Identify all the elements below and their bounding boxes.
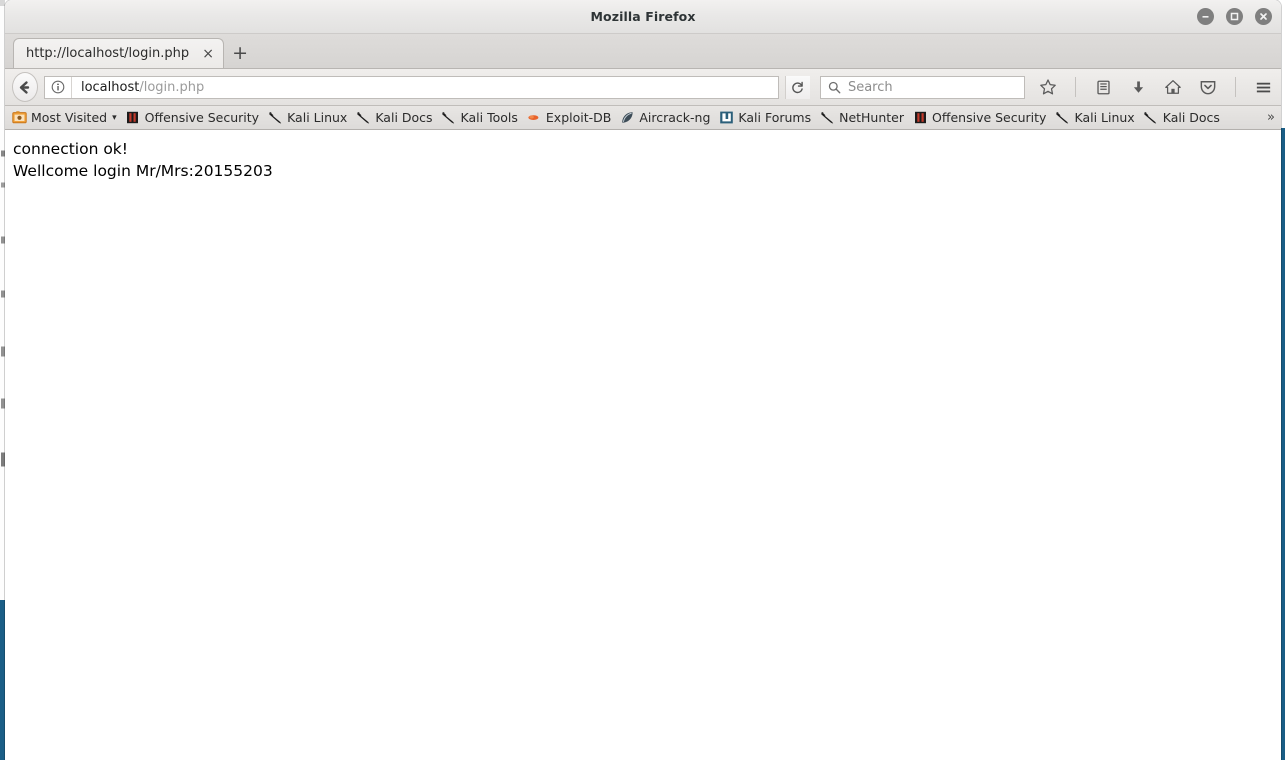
bookmark-kali-forums[interactable]: Kali Forums [716, 108, 817, 128]
pocket-button[interactable] [1197, 75, 1219, 99]
close-button[interactable] [1255, 8, 1272, 25]
url-host: localhost [80, 79, 140, 95]
bookmark-kali-linux-2[interactable]: Kali Linux [1052, 108, 1140, 128]
window-controls [1197, 0, 1272, 33]
toolbar-separator [1075, 77, 1076, 97]
bookmark-star-icon [1040, 79, 1056, 95]
search-icon [828, 81, 841, 93]
bookmarks-overflow-button[interactable]: » [1267, 110, 1275, 125]
background-right-blue-strip [1281, 128, 1285, 760]
page-line-connection-status: connection ok! [13, 140, 129, 158]
bookmark-label: Kali Linux [287, 110, 348, 125]
bookmark-label: Offensive Security [932, 110, 1047, 125]
chevron-down-icon[interactable]: ▾ [112, 113, 117, 123]
close-icon [1260, 13, 1267, 20]
bookmark-kali-docs-1[interactable]: Kali Docs [353, 108, 438, 128]
title-bar: Mozilla Firefox [5, 0, 1281, 34]
offensive-security-icon [125, 110, 141, 126]
bookmark-exploit-db[interactable]: Exploit-DB [524, 108, 617, 128]
toolbar-separator-2 [1235, 77, 1236, 97]
info-icon [51, 80, 65, 94]
minimize-icon [1202, 16, 1209, 18]
menu-button[interactable] [1252, 75, 1274, 99]
reload-button[interactable] [784, 75, 810, 99]
downloads-icon [1133, 80, 1143, 93]
bookmark-most-visited[interactable]: Most Visited ▾ [9, 108, 123, 128]
exploit-db-icon [526, 110, 542, 126]
library-button[interactable] [1092, 75, 1114, 99]
downloads-button[interactable] [1127, 75, 1149, 99]
kali-dragon-icon [355, 110, 371, 126]
toolbar-icon-group [1037, 75, 1274, 99]
aircrack-ng-icon [619, 110, 635, 126]
bookmark-label: Exploit-DB [545, 110, 612, 125]
bookmark-label: Kali Forums [738, 110, 812, 125]
bookmark-label: Kali Linux [1074, 110, 1135, 125]
bookmark-nethunter[interactable]: NetHunter [817, 108, 910, 128]
url-bar[interactable]: localhost/login.php [43, 75, 779, 99]
window-title: Mozilla Firefox [590, 9, 696, 24]
bookmark-aircrack-ng[interactable]: Aircrack-ng [617, 108, 716, 128]
bookmark-kali-docs-2[interactable]: Kali Docs [1141, 108, 1226, 128]
bookmark-label: Aircrack-ng [639, 110, 711, 125]
bookmark-offensive-security-1[interactable]: Offensive Security [123, 108, 265, 128]
offensive-security-icon [912, 110, 928, 126]
tab-login-php[interactable]: http://localhost/login.php × [13, 38, 225, 68]
reload-icon [792, 81, 804, 93]
new-tab-button[interactable]: + [224, 38, 256, 68]
bookmark-label: Offensive Security [144, 110, 260, 125]
bookmark-label: Kali Docs [1162, 110, 1220, 125]
bookmark-label: Most Visited [31, 110, 108, 125]
tab-label: http://localhost/login.php [26, 46, 190, 61]
menu-hamburger-icon [1256, 82, 1270, 92]
bookmark-offensive-security-2[interactable]: Offensive Security [910, 108, 1052, 128]
pocket-icon [1200, 81, 1216, 95]
page-line-welcome-message: Wellcome login Mr/Mrs:20155203 [13, 162, 273, 180]
navigation-toolbar: localhost/login.php Search [5, 69, 1281, 106]
maximize-button[interactable] [1226, 8, 1243, 25]
site-identity-button[interactable] [45, 76, 72, 98]
kali-dragon-icon [819, 110, 835, 126]
kali-dragon-icon [267, 110, 283, 126]
bookmark-label: Kali Docs [375, 110, 433, 125]
bookmarks-toolbar: Most Visited ▾ Offensive Security Kali L… [5, 106, 1281, 130]
kali-dragon-icon [1143, 110, 1159, 126]
bookmark-kali-linux-1[interactable]: Kali Linux [265, 108, 353, 128]
back-arrow-icon [20, 80, 30, 94]
url-text[interactable]: localhost/login.php [72, 80, 204, 95]
maximize-icon [1230, 12, 1239, 21]
bookmark-star-button[interactable] [1037, 75, 1059, 99]
kali-forums-icon [718, 110, 734, 126]
home-button[interactable] [1162, 75, 1184, 99]
search-input[interactable]: Search [848, 80, 893, 95]
browser-window: Mozilla Firefox http://localhost/login.p [5, 0, 1281, 760]
url-path: /login.php [139, 79, 205, 95]
minimize-button[interactable] [1197, 8, 1214, 25]
back-button[interactable] [12, 72, 38, 102]
search-bar[interactable]: Search [819, 75, 1025, 99]
kali-dragon-icon [441, 110, 457, 126]
kali-dragon-icon [1054, 110, 1070, 126]
bookmark-kali-tools[interactable]: Kali Tools [439, 108, 524, 128]
bookmark-label: NetHunter [839, 110, 905, 125]
tab-strip: http://localhost/login.php × + [5, 34, 1281, 69]
tab-close-icon[interactable]: × [199, 45, 217, 63]
library-icon [1096, 80, 1110, 94]
most-visited-folder-icon [11, 110, 27, 126]
bookmark-label: Kali Tools [460, 110, 518, 125]
page-content: connection ok! Wellcome login Mr/Mrs:201… [5, 130, 1281, 760]
home-icon [1165, 80, 1181, 94]
